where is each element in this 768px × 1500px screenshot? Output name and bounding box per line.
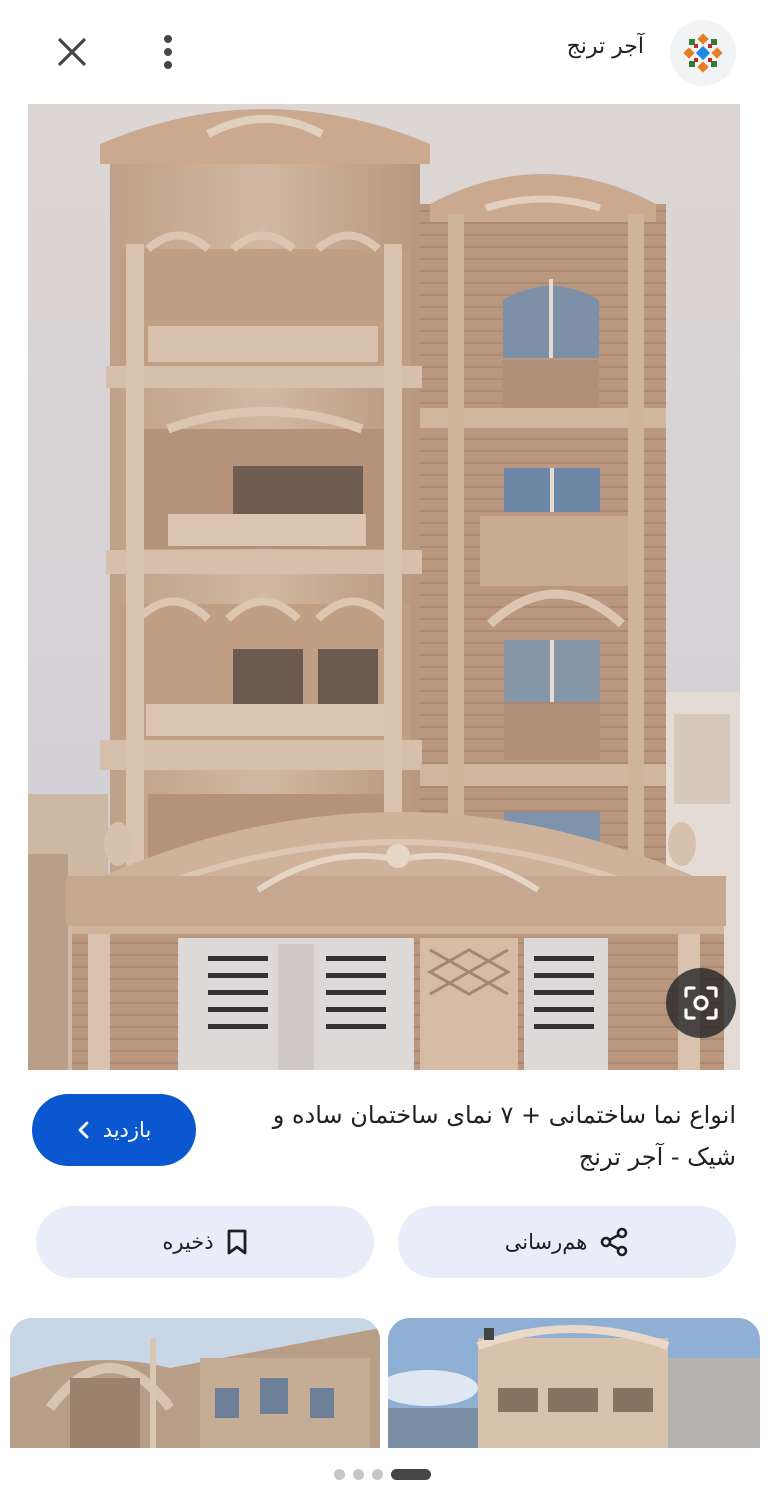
share-button[interactable]: هم‌رسانی <box>398 1206 736 1278</box>
site-logo-icon <box>683 33 723 73</box>
gate-slats <box>326 956 386 1066</box>
more-vert-icon <box>164 35 172 69</box>
carousel-dot-active[interactable] <box>391 1468 431 1480</box>
chevron-left-icon <box>78 1121 89 1139</box>
share-label: هم‌رسانی <box>504 1230 588 1254</box>
carousel-dot[interactable] <box>353 1468 364 1480</box>
related-image-thumbnail[interactable] <box>10 1318 380 1448</box>
visit-button[interactable]: بازدید <box>32 1094 196 1166</box>
close-icon <box>58 38 86 66</box>
share-icon <box>600 1227 628 1257</box>
gate-slats <box>208 956 268 1066</box>
site-name[interactable]: آجر ترنج <box>567 34 644 59</box>
lens-icon <box>684 986 718 1020</box>
bookmark-icon <box>227 1229 247 1255</box>
save-button[interactable]: ذخیره <box>36 1206 374 1278</box>
lens-search-button[interactable] <box>666 968 736 1038</box>
more-options-button[interactable] <box>140 22 196 82</box>
carousel-pagination <box>334 1467 431 1481</box>
related-building-image <box>10 1318 380 1448</box>
related-building-image <box>388 1318 760 1448</box>
top-bar: آجر ترنج <box>0 0 768 104</box>
gate-slats <box>534 956 594 1066</box>
result-title[interactable]: انواع نما ساختمانی + ۷ نمای ساختمان ساده… <box>236 1094 736 1178</box>
carousel-dot[interactable] <box>372 1468 383 1480</box>
visit-label: بازدید <box>102 1118 152 1142</box>
result-image[interactable] <box>28 104 740 1070</box>
site-logo[interactable] <box>670 20 736 86</box>
close-button[interactable] <box>42 22 102 82</box>
carousel-dot[interactable] <box>334 1468 345 1480</box>
save-label: ذخیره <box>162 1230 214 1254</box>
building-facade-image <box>28 104 740 1070</box>
related-image-thumbnail[interactable] <box>388 1318 760 1448</box>
